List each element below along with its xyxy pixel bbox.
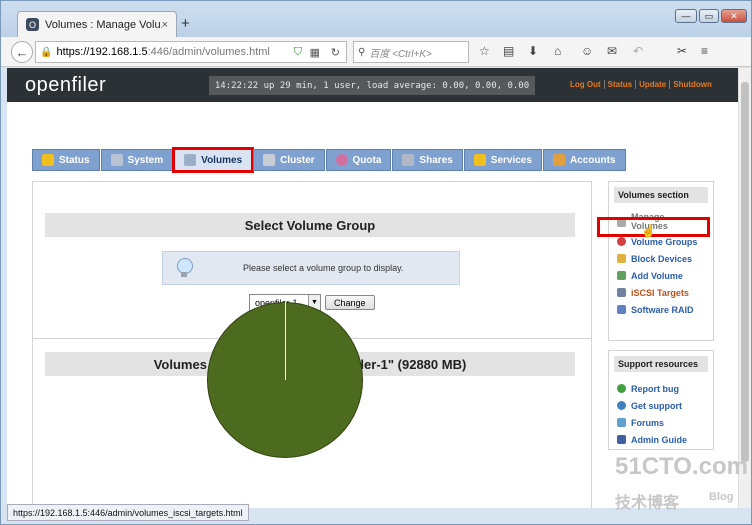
lock-icon: 🔒 [40,46,53,58]
navigation-bar: ← 🔒 https://192.168.1.5:446/admin/volume… [1,37,751,67]
raid-icon [617,305,626,314]
reading-list-icon[interactable]: ▤ [503,44,514,58]
shield-icon[interactable]: ⛉ [294,46,302,59]
bug-icon [617,384,626,393]
tab-services[interactable]: Services [463,149,542,171]
support-resources-heading: Support resources [614,356,708,372]
sidebar-item-iscsi-targets[interactable]: iSCSI Targets [617,284,713,301]
menu-icon[interactable]: ≡ [701,44,708,58]
logout-link[interactable]: Log Out [567,80,604,89]
url-path: :446/admin/volumes.html [147,46,270,58]
tab-shares[interactable]: Shares [392,149,463,171]
watermark-logo: 51CTO.com [615,453,748,480]
computer-icon [110,154,123,166]
undo-icon[interactable]: ↶ [633,44,643,58]
watermark-subtitle: 技术博客 [615,495,680,512]
notice-box: Please select a volume group to display. [162,251,460,285]
page-scrollbar[interactable] [738,68,751,508]
search-placeholder: 百度 <Ctrl+K> [369,48,432,60]
browser-tab[interactable]: O Volumes : Manage Volu... × [17,11,177,37]
close-tab-icon[interactable]: × [162,19,168,31]
iscsi-icon [617,288,626,297]
sidebar-item-get-support[interactable]: Get support [617,397,713,414]
sidebar-item-block-devices[interactable]: Block Devices [617,250,713,267]
chat-icon[interactable]: ☺ [581,44,593,58]
mouse-pointer-icon: ☝ [641,224,656,238]
close-window-button[interactable]: ✕ [721,9,747,23]
search-icon: ⚲ [358,46,366,58]
qr-code-icon[interactable]: ▦ [310,46,320,59]
pie-icon [335,154,348,166]
status-bar-url: https://192.168.1.5:446/admin/volumes_is… [7,504,249,521]
sidebar-item-forums[interactable]: Forums [617,414,713,431]
lightning-icon [473,154,486,166]
select-volume-group-heading: Select Volume Group [45,213,575,237]
message-icon[interactable]: ✉ [607,44,617,58]
tab-volumes[interactable]: Volumes [172,147,255,173]
watermark-blog: Blog [709,491,734,503]
bookmark-star-icon[interactable]: ☆ [479,44,490,58]
volumes-section-heading: Volumes section [614,187,708,203]
block-device-icon [617,254,626,263]
web-page: openfiler 14:22:22 up 29 min, 1 user, lo… [7,68,738,508]
support-icon [617,401,626,410]
disk-icon [184,154,197,166]
search-input[interactable]: ⚲ 百度 <Ctrl+K> [353,41,469,63]
download-icon[interactable]: ⬇ [528,44,538,58]
support-resources-list: Report bug Get support Forums Admin Guid… [609,372,713,448]
add-volume-icon [617,271,626,280]
volumes-section-panel: Volumes section Manage Volumes Volume Gr… [608,181,714,341]
shutdown-link[interactable]: Shutdown [669,80,715,89]
tab-quota[interactable]: Quota [325,149,392,171]
url-host: https://192.168.1.5 [56,46,148,58]
browser-window: O Volumes : Manage Volu... × + — ▭ ✕ ← 🔒… [0,0,752,525]
sidebar-item-software-raid[interactable]: Software RAID [617,301,713,318]
main-tabs: Status System Volumes Cluster Quota Shar… [32,147,627,173]
openfiler-header: openfiler 14:22:22 up 29 min, 1 user, lo… [7,68,738,102]
volume-groups-icon [617,237,626,246]
guide-icon [617,435,626,444]
scrollbar-thumb[interactable] [741,82,749,462]
forums-icon [617,418,626,427]
users-icon [552,154,565,166]
tab-title: Volumes : Manage Volu... [45,18,162,31]
status-link[interactable]: Status [603,80,636,89]
change-button[interactable]: Change [325,295,375,310]
top-links: Log Out Status Update Shutdown [567,80,715,89]
reload-icon[interactable]: ↻ [331,46,340,59]
minimize-button[interactable]: — [675,9,697,23]
sidebar-item-report-bug[interactable]: Report bug [617,380,713,397]
lightbulb-icon [177,258,193,278]
tab-status[interactable]: Status [32,149,100,171]
maximize-button[interactable]: ▭ [699,9,719,23]
sidebar-item-add-volume[interactable]: Add Volume [617,267,713,284]
home-icon[interactable]: ⌂ [554,44,561,58]
openfiler-favicon-icon: O [26,18,39,31]
support-resources-panel: Support resources Report bug Get support… [608,350,714,450]
address-bar[interactable]: 🔒 https://192.168.1.5:446/admin/volumes.… [35,41,347,63]
sidebar-item-admin-guide[interactable]: Admin Guide [617,431,713,448]
tab-accounts[interactable]: Accounts [542,149,626,171]
drive-icon [402,154,415,166]
uptime-readout: 14:22:22 up 29 min, 1 user, load average… [209,76,535,95]
tab-system[interactable]: System [100,149,174,171]
openfiler-logo: openfiler [25,74,107,96]
title-bar: O Volumes : Manage Volu... × + — ▭ ✕ [1,1,751,37]
sun-icon [42,154,54,166]
pie-slice-line [285,302,286,380]
new-tab-button[interactable]: + [181,15,190,32]
notice-text: Please select a volume group to display. [243,263,404,273]
tab-cluster[interactable]: Cluster [253,149,325,171]
screenshot-icon[interactable]: ✂ [677,44,687,58]
cluster-icon [263,154,276,166]
back-button[interactable]: ← [11,41,33,63]
update-link[interactable]: Update [635,80,670,89]
